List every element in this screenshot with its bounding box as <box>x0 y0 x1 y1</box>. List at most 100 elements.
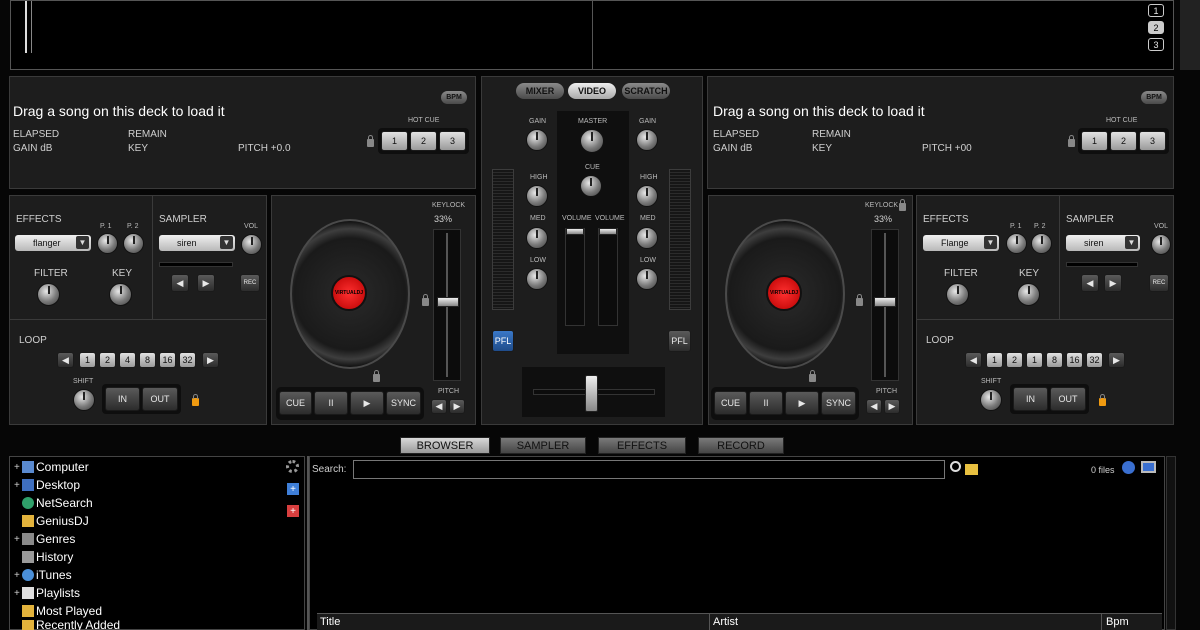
scrollbar[interactable] <box>1180 0 1200 70</box>
right-loop-4[interactable]: 1 <box>1026 352 1043 368</box>
cue-knob[interactable] <box>580 175 602 197</box>
gain-knob-right[interactable] <box>636 129 658 151</box>
tab-video[interactable]: VIDEO <box>568 83 616 99</box>
left-sampler-select[interactable]: siren ▼ <box>159 235 235 251</box>
right-loop-out-button[interactable]: OUT <box>1050 387 1086 411</box>
right-p2-knob[interactable] <box>1031 233 1052 254</box>
left-bpm-button[interactable]: BPM <box>441 91 467 104</box>
right-hot-cue-1[interactable]: 1 <box>1081 131 1108 151</box>
left-loop-in-button[interactable]: IN <box>105 387 140 411</box>
column-bpm[interactable]: Bpm <box>1106 616 1129 628</box>
right-loop-in-button[interactable]: IN <box>1013 387 1048 411</box>
left-pitch-down-button[interactable]: ◀ <box>431 399 447 414</box>
left-loop-16[interactable]: 16 <box>159 352 176 368</box>
right-loop-1[interactable]: 1 <box>986 352 1003 368</box>
left-loop-out-button[interactable]: OUT <box>142 387 178 411</box>
tab-mixer[interactable]: MIXER <box>516 83 564 99</box>
left-pitch-slider[interactable] <box>437 297 459 307</box>
column-artist[interactable]: Artist <box>713 616 738 628</box>
left-shift-knob[interactable] <box>73 389 95 411</box>
left-hot-cue-2[interactable]: 2 <box>410 131 437 151</box>
left-loop-32[interactable]: 32 <box>179 352 196 368</box>
tab-sampler[interactable]: SAMPLER <box>500 437 586 454</box>
tree-item-netsearch[interactable]: NetSearch <box>14 494 93 512</box>
right-sampler-vol-knob[interactable] <box>1151 234 1171 255</box>
tree-item-desktop[interactable]: + Desktop <box>14 476 80 494</box>
add-folder-icon[interactable]: + <box>287 483 299 495</box>
page-button-2[interactable]: 2 <box>1148 21 1164 34</box>
left-key-knob[interactable] <box>109 283 132 306</box>
gear-icon[interactable] <box>286 460 299 473</box>
left-pause-button[interactable]: II <box>314 391 348 415</box>
right-loop-16[interactable]: 16 <box>1066 352 1083 368</box>
folder-icon[interactable] <box>965 464 978 475</box>
file-list-scrollbar[interactable] <box>1166 456 1176 630</box>
search-icon[interactable] <box>950 461 961 472</box>
volume-slider-left[interactable] <box>566 228 584 235</box>
left-sampler-next-button[interactable]: ▶ <box>197 274 215 292</box>
right-cue-button[interactable]: CUE <box>714 391 747 415</box>
right-loop-prev-button[interactable]: ◀ <box>965 352 982 368</box>
right-play-button[interactable]: ▶ <box>785 391 819 415</box>
gain-knob-left[interactable] <box>526 129 548 151</box>
left-hot-cue-1[interactable]: 1 <box>381 131 408 151</box>
page-button-1[interactable]: 1 <box>1148 4 1164 17</box>
right-hot-cue-2[interactable]: 2 <box>1110 131 1137 151</box>
left-sampler-vol-knob[interactable] <box>241 234 262 255</box>
right-effect-select[interactable]: Flange ▼ <box>923 235 999 251</box>
pfl-button-left[interactable]: PFL <box>492 330 514 352</box>
low-knob-left[interactable] <box>526 268 548 290</box>
tree-item-itunes[interactable]: + iTunes <box>14 566 72 584</box>
tab-browser[interactable]: BROWSER <box>400 437 490 454</box>
right-loop-2[interactable]: 2 <box>1006 352 1023 368</box>
right-pitch-up-button[interactable]: ▶ <box>884 399 900 414</box>
med-knob-right[interactable] <box>636 227 658 249</box>
right-loop-next-button[interactable]: ▶ <box>1108 352 1125 368</box>
tree-item-recently-added[interactable]: Recently Added <box>14 620 120 630</box>
left-rec-button[interactable]: REC <box>240 274 260 292</box>
right-sampler-prev-button[interactable]: ◀ <box>1081 274 1099 292</box>
tree-item-computer[interactable]: + Computer <box>14 458 89 476</box>
tree-item-most-played[interactable]: Most Played <box>14 602 102 620</box>
med-knob-left[interactable] <box>526 227 548 249</box>
tree-item-history[interactable]: History <box>14 548 73 566</box>
page-button-3[interactable]: 3 <box>1148 38 1164 51</box>
pfl-button-right[interactable]: PFL <box>668 330 691 352</box>
left-loop-1[interactable]: 1 <box>79 352 96 368</box>
volume-slider-right[interactable] <box>599 228 617 235</box>
column-title[interactable]: Title <box>320 616 340 628</box>
tab-scratch[interactable]: SCRATCH <box>622 83 670 99</box>
lock-icon[interactable] <box>192 394 199 406</box>
high-knob-left[interactable] <box>526 185 548 207</box>
right-filter-knob[interactable] <box>946 283 969 306</box>
left-play-button[interactable]: ▶ <box>350 391 384 415</box>
right-p1-knob[interactable] <box>1006 233 1027 254</box>
right-pitch-down-button[interactable]: ◀ <box>866 399 882 414</box>
left-hot-cue-3[interactable]: 3 <box>439 131 466 151</box>
high-knob-right[interactable] <box>636 185 658 207</box>
left-p1-knob[interactable] <box>97 233 118 254</box>
monitor-icon[interactable] <box>1141 461 1156 473</box>
left-cue-button[interactable]: CUE <box>279 391 312 415</box>
view-icon[interactable] <box>1122 461 1135 474</box>
left-sync-button[interactable]: SYNC <box>386 391 421 415</box>
remove-folder-icon[interactable]: + <box>287 505 299 517</box>
right-sampler-next-button[interactable]: ▶ <box>1104 274 1122 292</box>
low-knob-right[interactable] <box>636 268 658 290</box>
right-shift-knob[interactable] <box>980 389 1002 411</box>
right-bpm-button[interactable]: BPM <box>1141 91 1167 104</box>
right-loop-8[interactable]: 8 <box>1046 352 1063 368</box>
right-hot-cue-3[interactable]: 3 <box>1139 131 1166 151</box>
right-sampler-select[interactable]: siren ▼ <box>1066 235 1140 251</box>
tree-item-geniusdj[interactable]: GeniusDJ <box>14 512 89 530</box>
right-pause-button[interactable]: II <box>749 391 783 415</box>
tree-item-playlists[interactable]: + Playlists <box>14 584 80 602</box>
left-loop-4[interactable]: 4 <box>119 352 136 368</box>
left-loop-prev-button[interactable]: ◀ <box>57 352 74 368</box>
left-sampler-prev-button[interactable]: ◀ <box>171 274 189 292</box>
right-key-knob[interactable] <box>1017 283 1040 306</box>
left-loop-2[interactable]: 2 <box>99 352 116 368</box>
tree-item-genres[interactable]: + Genres <box>14 530 75 548</box>
left-loop-next-button[interactable]: ▶ <box>202 352 219 368</box>
left-loop-8[interactable]: 8 <box>139 352 156 368</box>
